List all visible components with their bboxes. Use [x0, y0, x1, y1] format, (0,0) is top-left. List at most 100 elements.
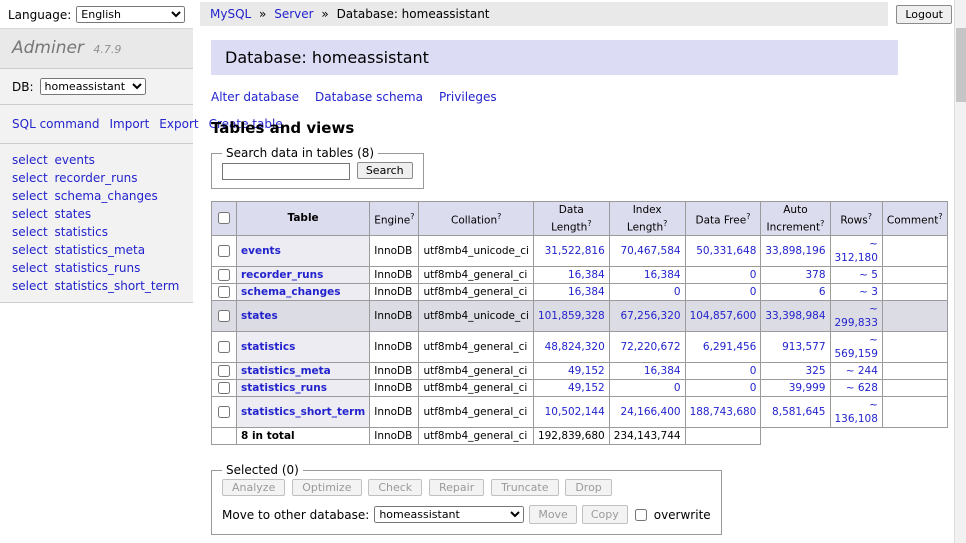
auto-increment-link[interactable]: 39,999: [789, 382, 826, 394]
index-length-link[interactable]: 16,384: [644, 269, 681, 281]
overwrite-checkbox[interactable]: [635, 509, 647, 521]
rows-count-link[interactable]: ~ 569,159: [835, 334, 878, 360]
table-name-link[interactable]: recorder_runs: [241, 269, 323, 281]
row-checkbox[interactable]: [218, 406, 230, 418]
sidebar-select-link[interactable]: select: [12, 171, 48, 185]
sidebar-table-link[interactable]: recorder_runs: [54, 171, 137, 185]
data-free-link[interactable]: 0: [750, 382, 757, 394]
vertical-scrollbar[interactable]: [954, 0, 966, 543]
index-length-link[interactable]: 72,220,672: [620, 341, 680, 353]
language-select[interactable]: English: [76, 6, 185, 23]
auto-increment-link[interactable]: 8,581,645: [772, 406, 825, 418]
help-link[interactable]: ?: [497, 212, 501, 221]
index-length-link[interactable]: 0: [674, 286, 681, 298]
data-length-link[interactable]: 16,384: [568, 269, 605, 281]
help-link[interactable]: ?: [410, 212, 414, 221]
auto-increment-link[interactable]: 378: [805, 269, 825, 281]
sidebar-select-link[interactable]: select: [12, 279, 48, 293]
copy-button[interactable]: Copy: [582, 505, 628, 524]
table-name-link[interactable]: statistics_short_term: [241, 406, 365, 418]
alter-database-link[interactable]: Alter database: [211, 90, 299, 104]
sidebar-select-link[interactable]: select: [12, 207, 48, 221]
selected-action-button[interactable]: Analyze: [222, 479, 285, 496]
move-database-select[interactable]: homeassistant: [374, 506, 524, 523]
rows-count-link[interactable]: ~ 628: [846, 382, 878, 394]
scrollbar-thumb[interactable]: [956, 28, 966, 102]
row-checkbox[interactable]: [218, 245, 230, 257]
table-name-link[interactable]: states: [241, 310, 278, 322]
sidebar-select-link[interactable]: select: [12, 225, 48, 239]
privileges-link[interactable]: Privileges: [439, 90, 497, 104]
selected-action-button[interactable]: Truncate: [491, 479, 558, 496]
row-checkbox[interactable]: [218, 382, 230, 394]
table-name-link[interactable]: statistics_runs: [241, 382, 327, 394]
data-free-link[interactable]: 0: [750, 286, 757, 298]
help-link[interactable]: ?: [746, 212, 750, 221]
search-input[interactable]: [222, 163, 350, 180]
move-button[interactable]: Move: [529, 505, 577, 524]
help-link[interactable]: ?: [938, 212, 942, 221]
data-length-link[interactable]: 48,824,320: [545, 341, 605, 353]
data-free-link[interactable]: 6,291,456: [703, 341, 756, 353]
sidebar-select-link[interactable]: select: [12, 243, 48, 257]
table-name-link[interactable]: statistics: [241, 341, 295, 353]
auto-increment-link[interactable]: 913,577: [782, 341, 825, 353]
data-free-link[interactable]: 104,857,600: [690, 310, 757, 322]
help-link[interactable]: ?: [587, 219, 591, 228]
data-free-link[interactable]: 50,331,648: [696, 245, 756, 257]
table-name-link[interactable]: events: [241, 245, 281, 257]
data-length-link[interactable]: 31,522,816: [545, 245, 605, 257]
data-length-link[interactable]: 16,384: [568, 286, 605, 298]
sidebar-select-link[interactable]: select: [12, 261, 48, 275]
rows-count-link[interactable]: ~ 3: [859, 286, 878, 298]
auto-increment-link[interactable]: 6: [819, 286, 826, 298]
help-link[interactable]: ?: [663, 219, 667, 228]
data-free-link[interactable]: 188,743,680: [690, 406, 757, 418]
rows-count-link[interactable]: ~ 244: [846, 365, 878, 377]
sidebar-select-link[interactable]: select: [12, 153, 48, 167]
data-length-link[interactable]: 101,859,328: [538, 310, 605, 322]
selected-action-button[interactable]: Check: [368, 479, 422, 496]
sidebar-table-link[interactable]: statistics_runs: [54, 261, 140, 275]
table-name-link[interactable]: schema_changes: [241, 286, 341, 298]
help-link[interactable]: ?: [868, 212, 872, 221]
selected-action-button[interactable]: Repair: [429, 479, 484, 496]
sidebar-table-link[interactable]: statistics_meta: [54, 243, 145, 257]
auto-increment-link[interactable]: 325: [805, 365, 825, 377]
rows-count-link[interactable]: ~ 136,108: [835, 399, 878, 425]
sidebar-table-link[interactable]: schema_changes: [54, 189, 157, 203]
data-free-link[interactable]: 0: [750, 269, 757, 281]
row-checkbox[interactable]: [218, 365, 230, 377]
auto-increment-link[interactable]: 33,398,984: [765, 310, 825, 322]
select-all-checkbox[interactable]: [218, 212, 230, 224]
selected-action-button[interactable]: Optimize: [292, 479, 361, 496]
sidebar-select-link[interactable]: select: [12, 189, 48, 203]
app-name[interactable]: Adminer: [12, 38, 84, 58]
index-length-link[interactable]: 16,384: [644, 365, 681, 377]
sidebar-link-sql-command[interactable]: SQL command: [12, 117, 99, 131]
sidebar-table-link[interactable]: states: [54, 207, 91, 221]
index-length-link[interactable]: 67,256,320: [620, 310, 680, 322]
database-schema-link[interactable]: Database schema: [315, 90, 423, 104]
row-checkbox[interactable]: [218, 341, 230, 353]
help-link[interactable]: ?: [820, 219, 824, 228]
table-name-link[interactable]: statistics_meta: [241, 365, 331, 377]
sidebar-link-import[interactable]: Import: [109, 117, 149, 131]
data-length-link[interactable]: 49,152: [568, 365, 605, 377]
data-length-link[interactable]: 10,502,144: [545, 406, 605, 418]
sidebar-table-link[interactable]: events: [54, 153, 94, 167]
row-checkbox[interactable]: [218, 310, 230, 322]
rows-count-link[interactable]: ~ 5: [859, 269, 878, 281]
breadcrumb-system-link[interactable]: MySQL: [210, 7, 251, 21]
data-free-link[interactable]: 0: [750, 365, 757, 377]
row-checkbox[interactable]: [218, 286, 230, 298]
logout-button[interactable]: Logout: [896, 5, 952, 24]
index-length-link[interactable]: 24,166,400: [620, 406, 680, 418]
search-button[interactable]: Search: [357, 162, 413, 179]
row-checkbox[interactable]: [218, 269, 230, 281]
selected-action-button[interactable]: Drop: [565, 479, 611, 496]
rows-count-link[interactable]: ~ 312,180: [835, 238, 878, 264]
data-length-link[interactable]: 49,152: [568, 382, 605, 394]
index-length-link[interactable]: 70,467,584: [620, 245, 680, 257]
auto-increment-link[interactable]: 33,898,196: [765, 245, 825, 257]
